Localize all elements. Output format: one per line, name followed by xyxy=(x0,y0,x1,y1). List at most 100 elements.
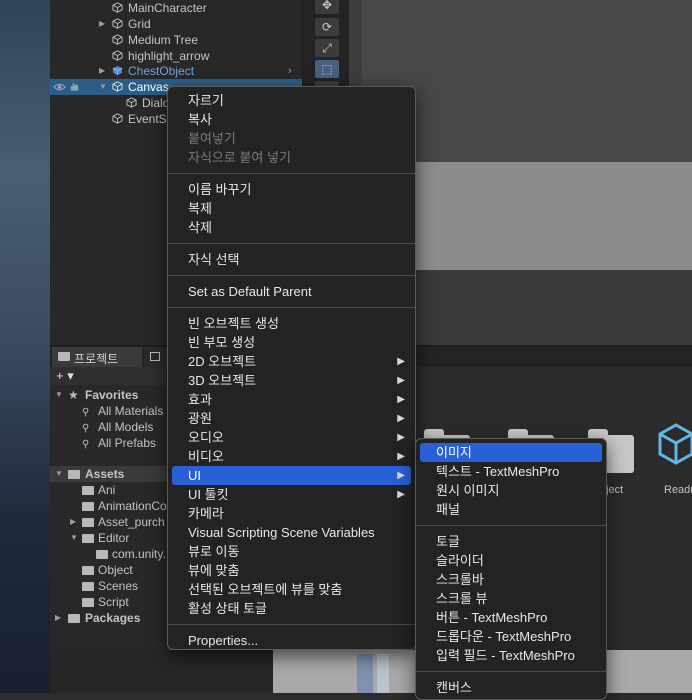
add-asset-button[interactable]: + ▾ xyxy=(56,368,74,384)
scrollbar-track[interactable] xyxy=(377,654,389,693)
menu-item-삭제[interactable]: 삭제 xyxy=(172,218,411,237)
menu-item-빈-오브젝트-생성[interactable]: 빈 오브젝트 생성 xyxy=(172,314,411,333)
star-icon: ★ xyxy=(68,388,79,402)
menu-item-label: 패널 xyxy=(436,502,460,517)
hierarchy-item-grid[interactable]: ▶ Grid xyxy=(50,16,302,32)
favorites-item[interactable]: ⚲ All Prefabs xyxy=(50,435,168,451)
menu-item-비디오[interactable]: 비디오 ▶ xyxy=(172,447,411,466)
rect-tool-icon[interactable]: ⬚ xyxy=(315,60,339,78)
menu-item-자식-선택[interactable]: 자식 선택 xyxy=(172,250,411,269)
menu-separator xyxy=(168,307,415,308)
menu-item-3d-오브젝트[interactable]: 3D 오브젝트 ▶ xyxy=(172,371,411,390)
menu-item-label: 붙여넣기 xyxy=(188,131,236,146)
tab-console[interactable] xyxy=(144,347,168,367)
menu-item-set-as-default-parent[interactable]: Set as Default Parent xyxy=(172,282,411,301)
folder-item[interactable]: AnimationCo xyxy=(50,498,168,514)
favorites-item[interactable]: ⚲ All Models xyxy=(50,419,168,435)
menu-item-드롭다운-textmeshpro[interactable]: 드롭다운 - TextMeshPro xyxy=(420,627,602,646)
menu-item-복제[interactable]: 복제 xyxy=(172,199,411,218)
expand-arrow-icon[interactable]: ▶ xyxy=(55,610,61,626)
menu-item-자르기[interactable]: 자르기 xyxy=(172,91,411,110)
menu-item-label: UI 툴킷 xyxy=(188,487,229,502)
favorites-header[interactable]: ▼ ★ Favorites xyxy=(50,387,168,403)
menu-item-복사[interactable]: 복사 xyxy=(172,110,411,129)
menu-item-광원[interactable]: 광원 ▶ xyxy=(172,409,411,428)
menu-item-스크롤바[interactable]: 스크롤바 xyxy=(420,570,602,589)
menu-item-label: 이름 바꾸기 xyxy=(188,182,252,197)
favorites-item[interactable]: ⚲ All Materials xyxy=(50,403,168,419)
menu-item-선택된-오브젝트에-뷰를-맞춤[interactable]: 선택된 오브젝트에 뷰를 맞춤 xyxy=(172,580,411,599)
hierarchy-item-medium-tree[interactable]: Medium Tree xyxy=(50,32,302,48)
menu-item-패널[interactable]: 패널 xyxy=(420,500,602,519)
folder-item[interactable]: Ani xyxy=(50,482,168,498)
gameobject-icon xyxy=(112,2,123,13)
folder-icon xyxy=(96,550,108,559)
rotate-tool-icon[interactable]: ⟳ xyxy=(315,18,339,36)
scrollbar-thumb[interactable] xyxy=(357,654,373,693)
menu-item-슬라이더[interactable]: 슬라이더 xyxy=(420,551,602,570)
menu-item-버튼-textmeshpro[interactable]: 버튼 - TextMeshPro xyxy=(420,608,602,627)
menu-item-카메라[interactable]: 카메라 xyxy=(172,504,411,523)
menu-separator xyxy=(168,243,415,244)
folder-item[interactable]: Script xyxy=(50,594,168,610)
menu-item-이미지[interactable]: 이미지 xyxy=(420,443,602,462)
folder-item[interactable]: ▶ Asset_purch xyxy=(50,514,168,530)
readme-asset-icon[interactable] xyxy=(658,423,692,469)
hierarchy-item-highlight-arrow[interactable]: highlight_arrow xyxy=(50,48,302,64)
menu-item-ui-툴킷[interactable]: UI 툴킷 ▶ xyxy=(172,485,411,504)
menu-item-뷰로-이동[interactable]: 뷰로 이동 xyxy=(172,542,411,561)
bottom-panel-dark xyxy=(50,650,273,693)
folder-item[interactable]: Scenes xyxy=(50,578,168,594)
menu-item-visual-scripting-scene-variables[interactable]: Visual Scripting Scene Variables xyxy=(172,523,411,542)
collapse-arrow-icon[interactable]: ▼ xyxy=(70,530,78,546)
scale-tool-icon[interactable]: ⤢ xyxy=(315,39,339,57)
expand-arrow-icon[interactable]: ▶ xyxy=(70,514,76,530)
menu-item-label: 드롭다운 - TextMeshPro xyxy=(436,629,572,644)
visibility-eye-icon[interactable] xyxy=(53,82,66,92)
menu-item-label: 스크롤바 xyxy=(436,572,484,587)
menu-item-뷰에-맞춤[interactable]: 뷰에 맞춤 xyxy=(172,561,411,580)
menu-item-원시-이미지[interactable]: 원시 이미지 xyxy=(420,481,602,500)
hierarchy-item-maincharacter[interactable]: MainCharacter xyxy=(50,0,302,16)
menu-separator xyxy=(168,624,415,625)
packages-header[interactable]: ▶ Packages xyxy=(50,610,168,626)
menu-item-붙여넣기[interactable]: 붙여넣기 xyxy=(172,129,411,148)
menu-item-label: 삭제 xyxy=(188,220,212,235)
collapse-arrow-icon[interactable]: ▼ xyxy=(55,387,63,403)
menu-item-토글[interactable]: 토글 xyxy=(420,532,602,551)
menu-item-오디오[interactable]: 오디오 ▶ xyxy=(172,428,411,447)
menu-item-입력-필드-textmeshpro[interactable]: 입력 필드 - TextMeshPro xyxy=(420,646,602,665)
menu-item-properties[interactable]: Properties... xyxy=(172,631,411,650)
menu-item-활성-상태-토글[interactable]: 활성 상태 토글 xyxy=(172,599,411,618)
hierarchy-item-chestobject[interactable]: ▶ ChestObject › xyxy=(50,63,302,79)
pickable-hand-icon[interactable] xyxy=(69,82,80,92)
menu-item-2d-오브젝트[interactable]: 2D 오브젝트 ▶ xyxy=(172,352,411,371)
assets-header[interactable]: ▼ Assets xyxy=(50,466,168,482)
tab-project[interactable]: 프로젝트 xyxy=(52,347,142,367)
folder-item[interactable]: ▼ Editor xyxy=(50,530,168,546)
chevron-right-icon[interactable]: › xyxy=(288,63,292,79)
collapse-arrow-icon[interactable]: ▼ xyxy=(99,79,107,95)
menu-separator xyxy=(416,525,606,526)
menu-item-ui[interactable]: UI ▶ xyxy=(172,466,411,485)
folder-item[interactable]: com.unity. xyxy=(50,546,168,562)
collapse-arrow-icon[interactable]: ▼ xyxy=(55,466,63,482)
menu-item-텍스트-textmeshpro[interactable]: 텍스트 - TextMeshPro xyxy=(420,462,602,481)
menu-item-효과[interactable]: 효과 ▶ xyxy=(172,390,411,409)
favorites-item-label: All Materials xyxy=(98,404,164,418)
folder-icon xyxy=(82,598,94,607)
menu-item-스크롤-뷰[interactable]: 스크롤 뷰 xyxy=(420,589,602,608)
menu-item-이름-바꾸기[interactable]: 이름 바꾸기 xyxy=(172,180,411,199)
menu-item-label: 2D 오브젝트 xyxy=(188,354,257,369)
move-tool-icon[interactable]: ✥ xyxy=(315,0,339,14)
menu-item-label: Visual Scripting Scene Variables xyxy=(188,525,375,540)
folder-item[interactable]: Object xyxy=(50,562,168,578)
folder-label: Object xyxy=(98,563,133,577)
submenu-arrow-icon: ▶ xyxy=(397,432,405,443)
expand-arrow-icon[interactable]: ▶ xyxy=(99,63,105,79)
menu-item-자식으로-붙여-넣기[interactable]: 자식으로 붙여 넣기 xyxy=(172,148,411,167)
menu-item-빈-부모-생성[interactable]: 빈 부모 생성 xyxy=(172,333,411,352)
menu-item-캔버스[interactable]: 캔버스 xyxy=(420,678,602,697)
submenu-arrow-icon: ▶ xyxy=(397,489,405,500)
expand-arrow-icon[interactable]: ▶ xyxy=(99,16,105,32)
